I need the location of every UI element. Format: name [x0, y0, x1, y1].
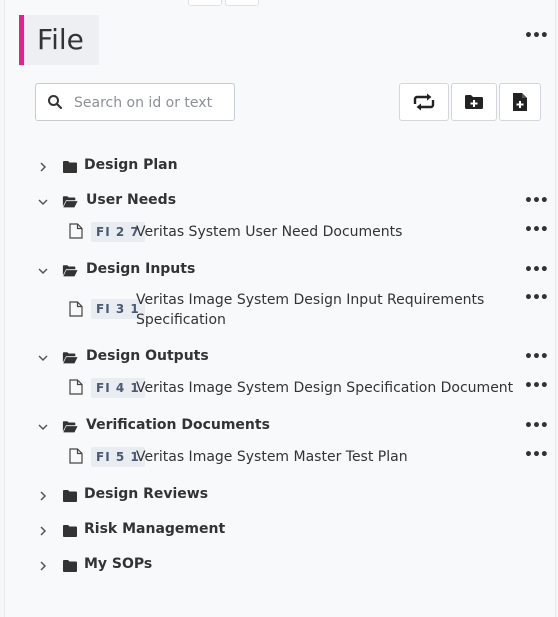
chevron-right-icon[interactable] — [36, 559, 50, 573]
add-folder-button[interactable] — [451, 83, 497, 121]
document-title[interactable]: Veritas Image System Design Specificatio… — [136, 378, 513, 398]
chevron-down-icon[interactable] — [36, 351, 50, 365]
folder-label[interactable]: Design Inputs — [86, 261, 195, 277]
folder-more-icon[interactable]: ••• — [524, 349, 549, 365]
add-file-icon — [513, 93, 527, 111]
tree-document-fi31[interactable]: FI 3 1 Veritas Image System Design Input… — [5, 288, 555, 332]
document-title[interactable]: Veritas Image System Master Test Plan — [136, 447, 408, 467]
page-title: File — [37, 23, 84, 56]
chevron-down-icon[interactable] — [36, 195, 50, 209]
tree-document-fi51[interactable]: FI 5 1 Veritas Image System Master Test … — [5, 445, 555, 469]
folder-label[interactable]: Risk Management — [84, 521, 225, 537]
folder-label[interactable]: Design Outputs — [86, 348, 209, 364]
folder-more-icon[interactable]: ••• — [524, 262, 549, 278]
folder-open-icon — [62, 196, 78, 208]
document-more-icon[interactable]: ••• — [524, 290, 549, 306]
document-icon — [69, 223, 83, 239]
folder-icon — [63, 490, 77, 502]
folder-icon — [63, 560, 77, 572]
panel-more-icon[interactable]: ••• — [524, 28, 549, 44]
file-panel: File ••• Des — [4, 0, 556, 617]
document-icon — [69, 379, 83, 395]
folder-open-icon — [62, 352, 78, 364]
folder-more-icon[interactable]: ••• — [524, 193, 549, 209]
tree-folder-design-outputs[interactable]: Design Outputs ••• — [5, 347, 555, 371]
top-tab-stub[interactable] — [188, 0, 222, 6]
folder-label[interactable]: Design Plan — [84, 157, 178, 173]
document-more-icon[interactable]: ••• — [524, 378, 549, 394]
chevron-right-icon[interactable] — [36, 160, 50, 174]
tree-folder-user-needs[interactable]: User Needs ••• — [5, 191, 555, 215]
title-accent-bar — [19, 15, 24, 65]
tree-folder-my-sops[interactable]: My SOPs — [5, 555, 555, 579]
tree-folder-risk-management[interactable]: Risk Management — [5, 520, 555, 544]
folder-icon — [63, 525, 77, 537]
folder-label[interactable]: Verification Documents — [86, 417, 270, 433]
tree-document-fi27[interactable]: FI 2 7 Veritas System User Need Document… — [5, 220, 555, 244]
chevron-right-icon[interactable] — [36, 489, 50, 503]
folder-open-icon — [62, 421, 78, 433]
document-icon — [69, 448, 83, 464]
tree-folder-design-reviews[interactable]: Design Reviews — [5, 485, 555, 509]
chevron-right-icon[interactable] — [36, 524, 50, 538]
chevron-down-icon[interactable] — [36, 264, 50, 278]
search-box — [35, 83, 235, 121]
add-folder-icon — [465, 95, 483, 109]
folder-label[interactable]: User Needs — [86, 192, 176, 208]
folder-label[interactable]: Design Reviews — [84, 486, 208, 502]
document-title-line1[interactable]: Veritas Image System Design Input Requir… — [136, 290, 484, 310]
document-more-icon[interactable]: ••• — [524, 222, 549, 238]
folder-icon — [63, 161, 77, 173]
document-more-icon[interactable]: ••• — [524, 447, 549, 463]
document-icon — [69, 301, 83, 317]
add-file-button[interactable] — [499, 83, 541, 121]
document-title-line2[interactable]: Specification — [136, 310, 226, 330]
sync-icon — [413, 93, 435, 111]
tree-folder-verification-documents[interactable]: Verification Documents ••• — [5, 416, 555, 440]
top-tab-stub[interactable] — [225, 0, 259, 6]
tree-folder-design-inputs[interactable]: Design Inputs ••• — [5, 260, 555, 284]
folder-label[interactable]: My SOPs — [84, 556, 152, 572]
folder-more-icon[interactable]: ••• — [524, 418, 549, 434]
search-icon — [48, 95, 63, 110]
tree-folder-design-plan[interactable]: Design Plan — [5, 156, 555, 180]
search-input[interactable] — [72, 90, 232, 116]
chevron-down-icon[interactable] — [36, 420, 50, 434]
page-title-block: File — [19, 15, 99, 65]
folder-open-icon — [62, 265, 78, 277]
tree-document-fi41[interactable]: FI 4 1 Veritas Image System Design Speci… — [5, 376, 555, 400]
sync-button[interactable] — [399, 83, 449, 121]
document-title[interactable]: Veritas System User Need Documents — [136, 222, 402, 242]
